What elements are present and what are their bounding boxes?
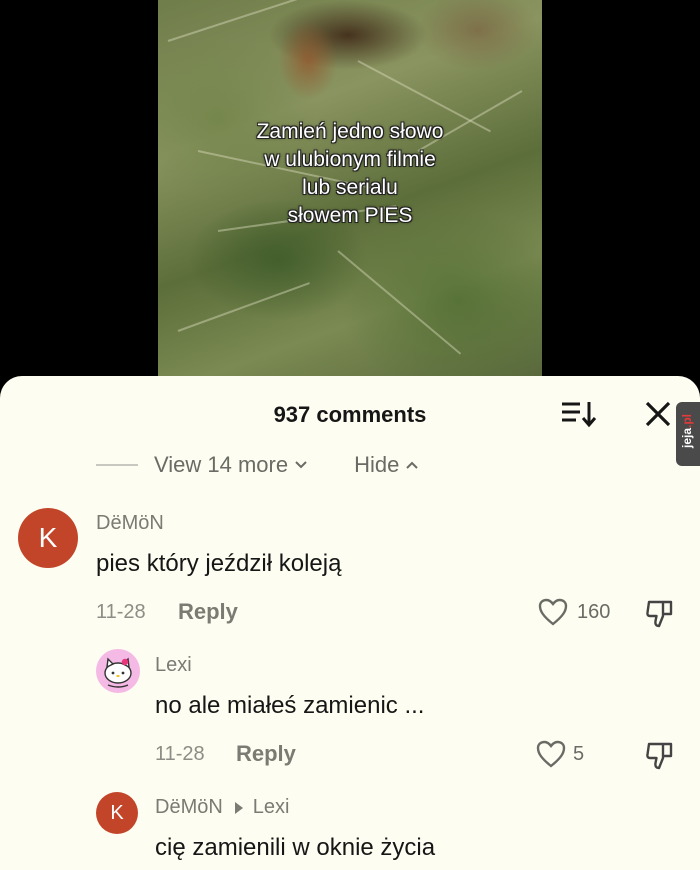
video-caption: Zamień jedno słowo w ulubionym filmie lu… [158, 118, 542, 230]
view-more-button[interactable]: View 14 more [154, 452, 308, 478]
reply-button[interactable]: Reply [178, 599, 238, 625]
view-more-label: View 14 more [154, 452, 289, 477]
dislike-icon[interactable] [645, 740, 675, 770]
reply-comment: Lexi no ale miałeś zamienic ... 11-28 Re… [0, 645, 700, 785]
comment-date: 11-28 [96, 601, 146, 623]
comment-username[interactable]: DëMöN [155, 796, 223, 819]
caption-line: w ulubionym filmie [264, 148, 436, 171]
comment-text: pies który jeździł koleją [96, 550, 342, 577]
watermark-text: jeja.pl [680, 414, 694, 448]
comment-username[interactable]: Lexi [155, 654, 192, 677]
thread-divider [96, 464, 138, 466]
grass-stalk [337, 250, 462, 355]
chevron-up-icon [406, 461, 419, 469]
heart-icon[interactable] [536, 740, 566, 768]
watermark-suffix: .pl [680, 413, 694, 428]
like-count: 5 [573, 743, 585, 765]
caption-line: lub serialu [302, 176, 398, 199]
comment: K DëMöN pies który jeździł koleją 11-28 … [0, 500, 700, 640]
avatar[interactable] [96, 649, 140, 693]
comment-username[interactable]: DëMöN [96, 512, 164, 535]
hello-kitty-avatar-icon [104, 657, 132, 688]
comment-text: cię zamienili w oknie życia [155, 834, 436, 861]
reply-to-username[interactable]: Lexi [253, 796, 290, 819]
watermark-prefix: jeja [680, 427, 694, 448]
caption-line: słowem PIES [287, 204, 413, 227]
grass-stalk [177, 282, 310, 332]
sheet-header: 937 comments [0, 376, 700, 446]
sort-icon[interactable] [560, 400, 598, 428]
heart-icon[interactable] [538, 598, 568, 626]
avatar[interactable]: K [18, 508, 78, 568]
comment-text: no ale miałeś zamienic ... [155, 692, 425, 719]
jeja-watermark: jeja.pl [676, 402, 700, 466]
avatar[interactable]: K [96, 792, 138, 834]
caption-line: Zamień jedno słowo [256, 120, 444, 143]
reply-button[interactable]: Reply [236, 741, 296, 767]
video-area: Zamień jedno słowo w ulubionym filmie lu… [0, 0, 700, 385]
reply-comment: K DëMöN Lexi cię zamienili w oknie życia [0, 790, 700, 870]
dislike-icon[interactable] [645, 598, 675, 628]
reply-arrow-icon [234, 801, 243, 814]
avatar-letter: K [38, 522, 58, 553]
avatar-letter: K [110, 801, 124, 824]
like-count: 160 [577, 601, 611, 623]
close-icon[interactable] [640, 396, 676, 432]
comment-date: 11-28 [155, 743, 205, 765]
comment-username-line: DëMöN Lexi [155, 796, 290, 819]
video-dog-fur [278, 20, 338, 100]
chevron-down-icon [295, 461, 307, 469]
hide-button[interactable]: Hide [354, 452, 419, 478]
thread-controls: View 14 more Hide [96, 450, 419, 480]
hide-label: Hide [354, 452, 400, 477]
